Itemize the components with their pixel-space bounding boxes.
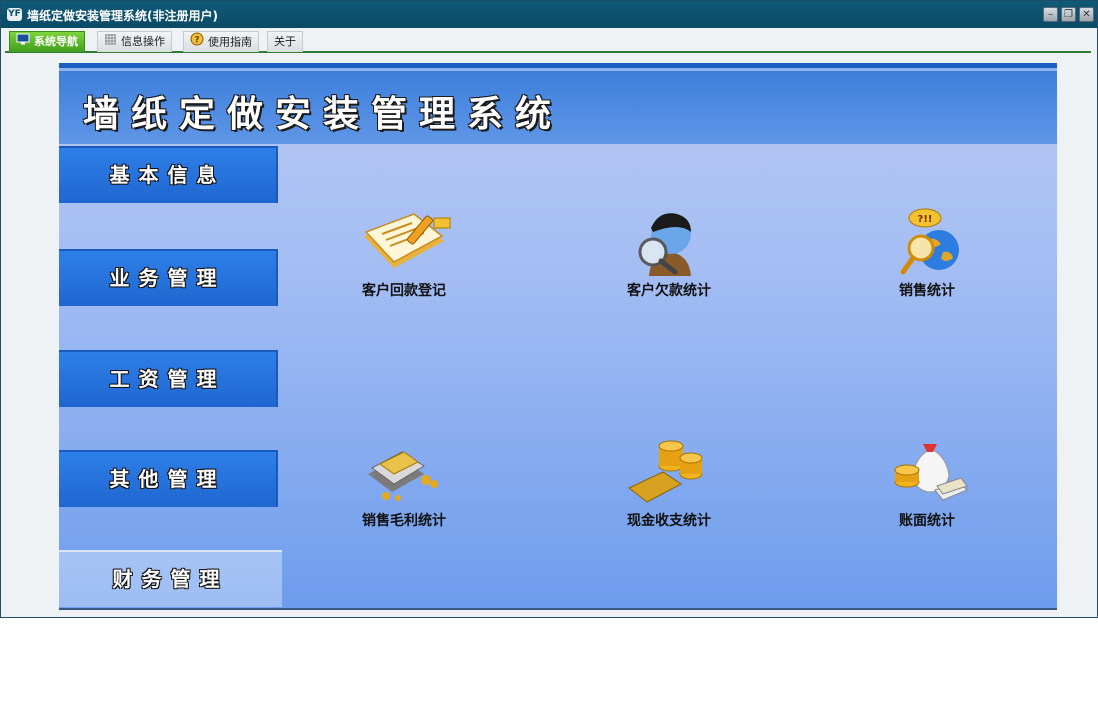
notebook-pen-icon: [364, 213, 451, 268]
coins-card-icon: [628, 440, 703, 503]
person-magnifier-icon: [638, 213, 691, 276]
svg-text:?!!: ?!!: [918, 214, 933, 225]
tab-label: 系统导航: [34, 35, 78, 48]
app-window: YF 墙纸定做安装管理系统(非注册用户) – ❐ ✕ 系统导航 信息操作 ? 使…: [0, 0, 1098, 618]
tab-label: 关于: [274, 35, 296, 48]
grid-icon: [104, 32, 117, 52]
restore-button[interactable]: ❐: [1061, 7, 1076, 22]
monitor-icon: [16, 32, 30, 52]
sidebar-item-other-management[interactable]: 其他管理: [59, 450, 278, 507]
feature-label: 账面统计: [899, 513, 955, 529]
sales-gross-profit-statistics-button[interactable]: 销售毛利统计: [329, 436, 479, 530]
cash-income-expense-statistics-button[interactable]: 现金收支统计: [594, 436, 744, 530]
minimize-button[interactable]: –: [1043, 7, 1058, 22]
header-banner: 墙纸定做安装管理系统: [59, 68, 1057, 144]
tab-label: 信息操作: [121, 35, 165, 48]
customer-debt-statistics-button[interactable]: 客户欠款统计: [594, 206, 744, 300]
window-title: 墙纸定做安装管理系统(非注册用户): [27, 9, 218, 23]
tab-system-navigation[interactable]: 系统导航: [9, 31, 85, 52]
sales-statistics-button[interactable]: ?!! 销售统计: [852, 206, 1002, 300]
title-bar[interactable]: YF 墙纸定做安装管理系统(非注册用户) – ❐ ✕: [1, 1, 1097, 28]
customer-payment-register-button[interactable]: 客户回款登记: [329, 206, 479, 300]
feature-label: 销售毛利统计: [362, 513, 446, 529]
main-panel: 墙纸定做安装管理系统 基本信息 业务管理 工资管理 其他管理 财务管理 客户回款…: [59, 63, 1057, 610]
sidebar-item-finance-management[interactable]: 财务管理: [59, 550, 282, 607]
feature-label: 客户回款登记: [362, 283, 446, 299]
feature-label: 现金收支统计: [627, 513, 711, 529]
tab-label: 使用指南: [208, 35, 252, 49]
account-statistics-button[interactable]: 账面统计: [852, 436, 1002, 530]
page-title: 墙纸定做安装管理系统: [83, 93, 564, 135]
feature-label: 客户欠款统计: [627, 283, 711, 299]
tab-info-operations[interactable]: 信息操作: [97, 31, 172, 52]
app-logo-icon: YF: [7, 8, 22, 21]
menu-bar: 系统导航 信息操作 ? 使用指南 关于: [5, 29, 1091, 53]
help-icon: ?: [190, 32, 204, 53]
sidebar-item-basic-info[interactable]: 基本信息: [59, 146, 278, 203]
sidebar-item-salary-management[interactable]: 工资管理: [59, 350, 278, 407]
sidebar-item-business-management[interactable]: 业务管理: [59, 249, 278, 306]
feature-label: 销售统计: [899, 283, 955, 299]
bottom-divider: [59, 608, 1057, 610]
globe-magnifier-icon: ?!!: [900, 208, 959, 275]
tab-about[interactable]: 关于: [267, 31, 303, 52]
close-button[interactable]: ✕: [1079, 7, 1094, 22]
money-bag-icon: [894, 444, 968, 501]
tab-user-guide[interactable]: ? 使用指南: [183, 31, 259, 52]
money-stack-icon: [368, 451, 438, 501]
svg-text:?: ?: [194, 36, 199, 46]
